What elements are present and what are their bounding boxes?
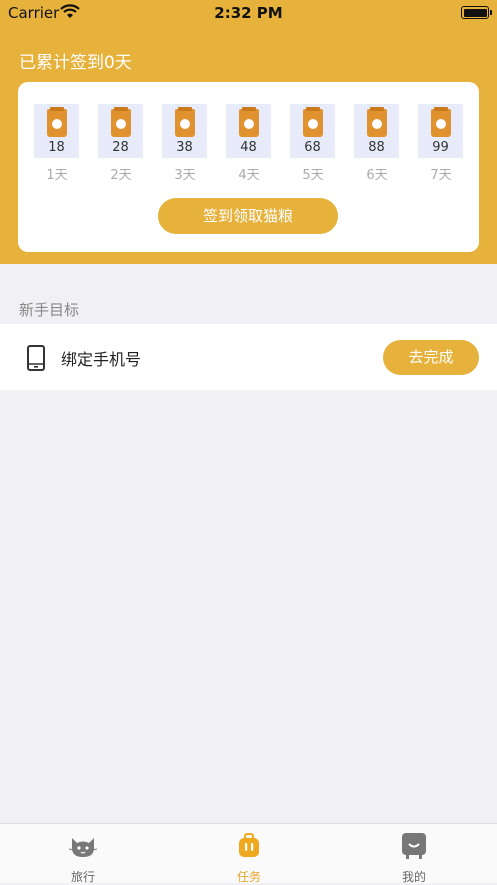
day-reward-value: 18 <box>48 140 65 155</box>
suitcase-icon <box>239 833 259 857</box>
cat-food-bag-icon <box>111 107 131 137</box>
day-label: 7天 <box>430 168 452 183</box>
tab-bar: 旅行 任务 我的 <box>0 823 497 885</box>
section-title-newbie-goals: 新手目标 <box>19 301 80 319</box>
smile-box-icon <box>402 833 426 859</box>
status-bar: Carrier 2:32 PM <box>0 0 497 26</box>
task-complete-button[interactable]: 去完成 <box>383 340 479 375</box>
tab-tasks[interactable]: 任务 <box>209 832 289 885</box>
cat-food-bag-icon <box>367 107 387 137</box>
day-label: 4天 <box>238 168 260 183</box>
day-label: 2天 <box>110 168 132 183</box>
day-reward-box: 28 <box>98 104 143 158</box>
checkin-day-4: 48 4天 <box>226 104 272 183</box>
checkin-day-6: 88 6天 <box>354 104 400 183</box>
day-label: 1天 <box>46 168 68 183</box>
checkin-day-1: 18 1天 <box>34 104 80 183</box>
checkin-day-7: 99 7天 <box>418 104 464 183</box>
day-label: 5天 <box>302 168 324 183</box>
battery-icon <box>461 6 492 19</box>
day-reward-value: 38 <box>176 140 193 155</box>
day-reward-value: 88 <box>368 140 385 155</box>
day-reward-box: 99 <box>418 104 463 158</box>
checkin-days: 18 1天 28 2天 38 3天 48 4天 68 5天 88 6天 99 7… <box>18 104 479 184</box>
checkin-card: 18 1天 28 2天 38 3天 48 4天 68 5天 88 6天 99 7… <box>18 82 479 252</box>
cat-food-bag-icon <box>47 107 67 137</box>
day-reward-value: 68 <box>304 140 321 155</box>
day-reward-value: 28 <box>112 140 129 155</box>
day-label: 6天 <box>366 168 388 183</box>
task-row-bind-phone: 绑定手机号 去完成 <box>0 324 497 390</box>
tab-label: 任务 <box>236 870 261 884</box>
checkin-day-3: 38 3天 <box>162 104 208 183</box>
tab-mine[interactable]: 我的 <box>374 832 454 885</box>
day-reward-box: 38 <box>162 104 207 158</box>
cat-food-bag-icon <box>175 107 195 137</box>
day-reward-box: 48 <box>226 104 271 158</box>
checkin-count-title: 已累计签到0天 <box>19 53 132 73</box>
cat-food-bag-icon <box>239 107 259 137</box>
task-label: 绑定手机号 <box>61 350 142 369</box>
day-label: 3天 <box>174 168 196 183</box>
checkin-header: 已累计签到0天 18 1天 28 2天 38 3天 48 4天 68 5天 88… <box>0 26 497 264</box>
day-reward-box: 88 <box>354 104 399 158</box>
cat-food-bag-icon <box>303 107 323 137</box>
tab-label: 我的 <box>401 870 426 884</box>
day-reward-value: 99 <box>432 140 449 155</box>
day-reward-box: 18 <box>34 104 79 158</box>
phone-icon <box>27 345 45 371</box>
status-time: 2:32 PM <box>214 4 283 22</box>
cat-icon <box>68 838 98 857</box>
day-reward-value: 48 <box>240 140 257 155</box>
checkin-day-2: 28 2天 <box>98 104 144 183</box>
checkin-day-5: 68 5天 <box>290 104 336 183</box>
tab-travel[interactable]: 旅行 <box>43 832 123 885</box>
day-reward-box: 68 <box>290 104 335 158</box>
checkin-claim-button[interactable]: 签到领取猫粮 <box>158 198 338 234</box>
cat-food-bag-icon <box>431 107 451 137</box>
tab-label: 旅行 <box>70 870 95 884</box>
